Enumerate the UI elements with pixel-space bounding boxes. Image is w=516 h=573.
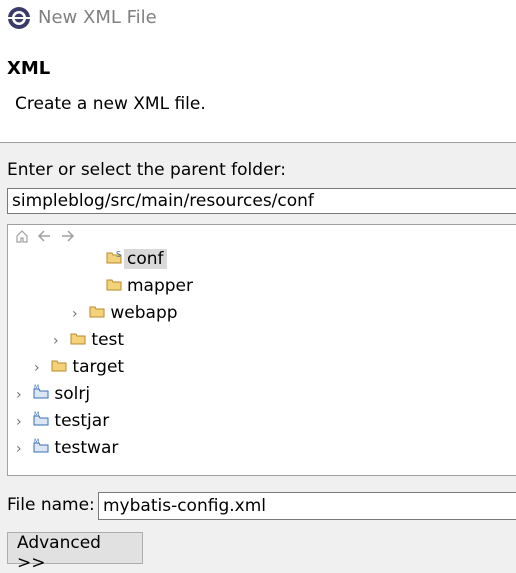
tree-item-label: test — [91, 330, 125, 350]
tree-item-solrj[interactable]: › M solrj — [16, 382, 93, 406]
home-icon[interactable] — [14, 229, 30, 245]
tree-item-conf[interactable]: S conf — [106, 247, 167, 271]
folder-icon — [89, 306, 105, 318]
svg-text:S: S — [116, 250, 121, 259]
page-description: Create a new XML file. — [15, 94, 206, 114]
file-name-label: File name: — [7, 495, 95, 515]
page-title: XML — [7, 58, 51, 79]
tree-item-label: conf — [124, 249, 167, 269]
tree-item-label: testjar — [54, 411, 110, 431]
maven-project-icon: M — [33, 411, 49, 426]
tree-item-label: webapp — [110, 303, 178, 323]
svg-text:M: M — [34, 438, 39, 445]
tree-item-test[interactable]: › test — [53, 328, 127, 352]
chevron-right-icon[interactable]: › — [16, 437, 28, 461]
tree-item-testjar[interactable]: › M testjar — [16, 409, 112, 433]
tree-item-label: mapper — [127, 276, 194, 296]
forward-arrow-icon[interactable] — [60, 229, 76, 245]
maven-project-icon: M — [33, 384, 49, 399]
file-name-input[interactable] — [98, 492, 516, 520]
chevron-right-icon[interactable]: › — [34, 356, 46, 380]
tree-item-target[interactable]: › target — [34, 355, 127, 379]
back-arrow-icon[interactable] — [36, 229, 52, 245]
tree-item-label: target — [72, 357, 125, 377]
tree-item-webapp[interactable]: › webapp — [72, 301, 181, 325]
wizard-header: XML Create a new XML file. — [0, 36, 516, 143]
chevron-right-icon[interactable]: › — [53, 329, 65, 353]
window-title: New XML File — [38, 7, 157, 28]
maven-project-icon: M — [33, 438, 49, 453]
chevron-right-icon[interactable]: › — [16, 410, 28, 434]
folder-icon — [106, 279, 122, 291]
title-bar: New XML File — [0, 0, 516, 36]
tree-item-testwar[interactable]: › M testwar — [16, 436, 121, 460]
chevron-right-icon[interactable]: › — [16, 383, 28, 407]
parent-folder-label: Enter or select the parent folder: — [7, 160, 286, 180]
tree-item-label: solrj — [54, 384, 91, 404]
eclipse-icon — [8, 7, 30, 29]
folder-icon — [70, 333, 86, 345]
folder-icon — [51, 360, 67, 372]
svg-text:M: M — [34, 411, 39, 418]
source-folder-icon: S — [106, 250, 122, 264]
tree-item-mapper[interactable]: mapper — [106, 274, 196, 298]
chevron-right-icon[interactable]: › — [72, 302, 84, 326]
advanced-button[interactable]: Advanced >> — [7, 532, 143, 573]
folder-tree[interactable]: S conf mapper › webapp › test › target ›… — [7, 224, 516, 476]
parent-folder-input[interactable] — [7, 188, 516, 214]
tree-item-label: testwar — [54, 438, 119, 458]
svg-text:M: M — [34, 384, 39, 391]
